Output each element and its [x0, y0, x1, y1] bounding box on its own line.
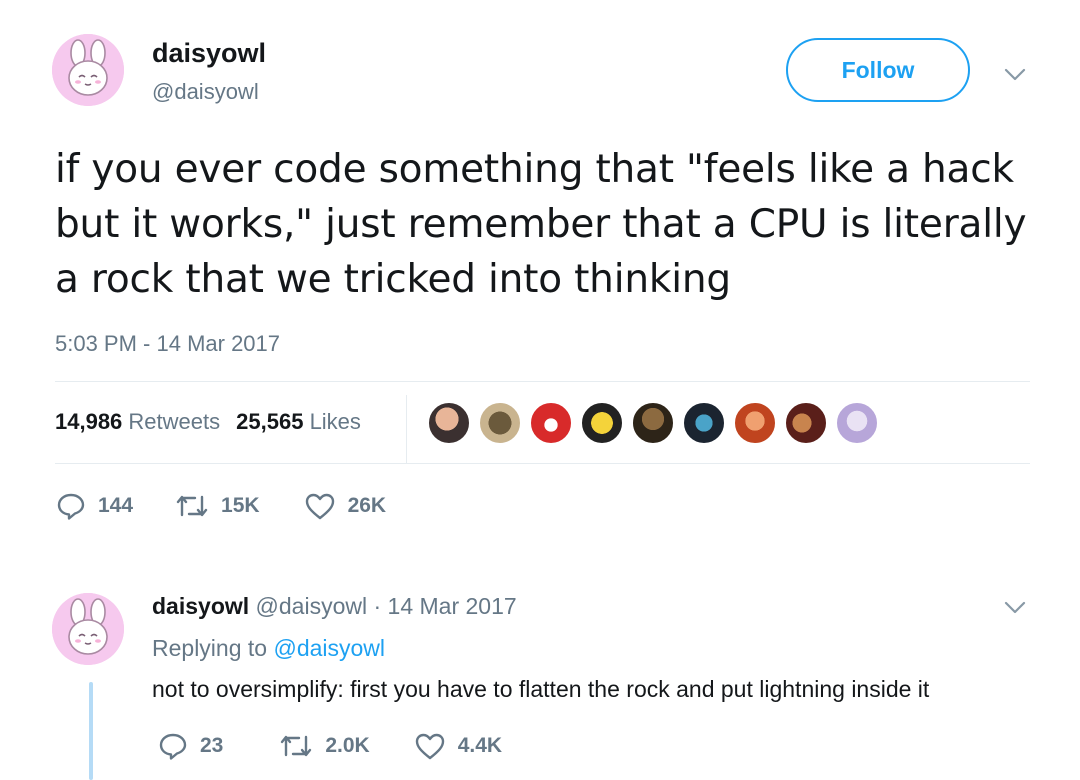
replying-prefix: Replying to — [152, 635, 268, 661]
retweet-stat[interactable]: 14,986 Retweets — [55, 409, 220, 434]
liker-avatar[interactable] — [631, 401, 675, 445]
stats-separator — [406, 395, 407, 463]
tweet-actions: 144 15K 26K — [56, 492, 386, 520]
chevron-down-icon[interactable] — [1004, 601, 1026, 615]
handle[interactable]: @daisyowl — [152, 79, 259, 105]
retweet-button[interactable]: 15K — [175, 493, 260, 519]
replying-to: Replying to @daisyowl — [152, 635, 385, 662]
retweet-count: 15K — [221, 494, 260, 517]
liker-avatar[interactable] — [682, 401, 726, 445]
tweet-text: if you ever code something that "feels l… — [55, 147, 1027, 302]
avatar[interactable] — [52, 34, 124, 106]
follow-button[interactable]: Follow — [786, 38, 970, 102]
liker-avatar[interactable] — [580, 401, 624, 445]
tweet-stats: 14,986 Retweets 25,565 Likes — [55, 409, 361, 435]
heart-icon — [305, 493, 334, 520]
retweets-count: 14,986 — [55, 409, 123, 434]
reply-icon — [159, 733, 187, 760]
divider — [55, 381, 1030, 382]
likes-count: 25,565 — [236, 409, 304, 434]
reply-actions: 23 2.0K 4.4K — [158, 732, 502, 760]
replying-to-link[interactable]: @daisyowl — [273, 635, 385, 661]
retweet-button[interactable]: 2.0K — [279, 733, 370, 759]
reply-button[interactable]: 23 — [158, 732, 223, 760]
retweets-label: Retweets — [128, 409, 221, 434]
like-button[interactable]: 4.4K — [414, 732, 502, 760]
likes-label: Likes — [309, 409, 361, 434]
reply-avatar[interactable] — [52, 593, 124, 665]
thread-line — [89, 682, 93, 780]
liker-avatar[interactable] — [529, 401, 573, 445]
like-button[interactable]: 26K — [304, 492, 387, 520]
reply-button[interactable]: 144 — [56, 492, 133, 520]
divider — [55, 463, 1030, 464]
like-count: 26K — [347, 494, 387, 517]
reply-meta[interactable]: @daisyowl · 14 Mar 2017 — [256, 593, 517, 619]
heart-icon — [415, 733, 444, 760]
reply-icon — [57, 493, 85, 520]
tweet-timestamp[interactable]: 5:03 PM - 14 Mar 2017 — [55, 331, 280, 357]
reply-count: 23 — [200, 734, 224, 757]
retweet-icon — [176, 495, 208, 517]
liker-avatar[interactable] — [835, 401, 879, 445]
like-stat[interactable]: 25,565 Likes — [236, 409, 361, 434]
liker-avatar[interactable] — [478, 401, 522, 445]
reply-display-name[interactable]: daisyowl — [152, 593, 249, 619]
like-count: 4.4K — [457, 734, 503, 757]
reply-count: 144 — [98, 494, 134, 517]
display-name[interactable]: daisyowl — [152, 38, 266, 69]
bunny-avatar-icon — [52, 34, 124, 106]
retweet-icon — [281, 735, 312, 757]
liker-avatar[interactable] — [427, 401, 471, 445]
liker-avatar[interactable] — [784, 401, 828, 445]
bunny-avatar-icon — [52, 593, 124, 665]
liker-avatar[interactable] — [733, 401, 777, 445]
reply-text: not to oversimplify: first you have to f… — [152, 676, 930, 702]
retweet-count: 2.0K — [325, 734, 370, 757]
chevron-down-icon[interactable] — [1004, 68, 1026, 82]
reply-header: daisyowl @daisyowl · 14 Mar 2017 — [152, 593, 517, 620]
